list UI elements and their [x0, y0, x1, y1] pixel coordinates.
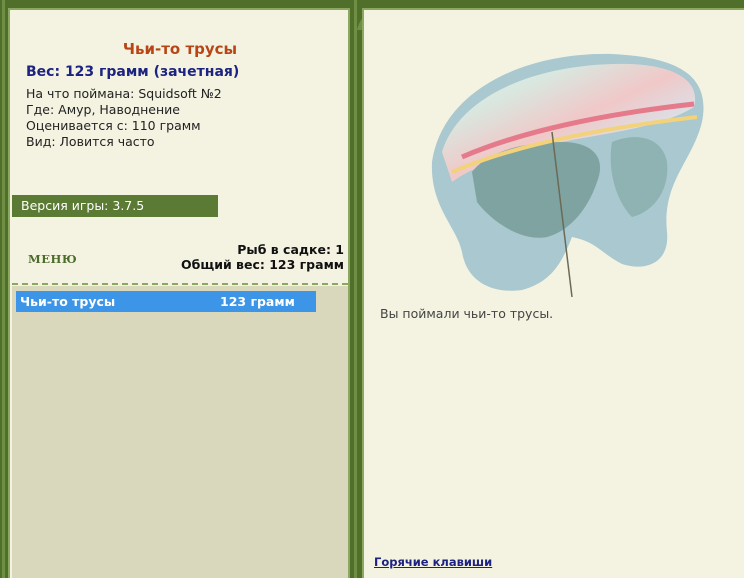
catch-image: [431, 53, 704, 297]
fish-name-title: Чьи-то трусы: [122, 40, 238, 58]
keepnet-stats: Рыб в садке: 1 Общий вес: 123 грамм: [181, 242, 344, 272]
kind-info: Вид: Ловится часто: [26, 134, 155, 149]
list-item-name: Чьи-то трусы: [20, 294, 116, 309]
fish-info-panel: Чьи-то трусы Вес: 123 грамм (зачетная) Н…: [8, 8, 350, 578]
location-info: Где: Амур, Наводнение: [26, 102, 180, 117]
fish-weight: Вес: 123 грамм (зачетная): [26, 64, 240, 80]
value-info: Оценивается с: 110 грамм: [26, 118, 201, 133]
list-item[interactable]: Чьи-то трусы 123 грамм: [16, 291, 316, 312]
fish-details: На что поймана: Squidsoft №2 Где: Амур, …: [26, 86, 222, 150]
divider: [12, 283, 348, 285]
hotkeys-link[interactable]: Горячие клавиши: [374, 555, 492, 569]
caught-message: Вы поймали чьи-то трусы.: [380, 306, 554, 321]
keepnet-list: Чьи-то трусы 123 грамм: [12, 286, 348, 578]
fish-count: Рыб в садке: 1: [237, 242, 344, 257]
total-weight: Общий вес: 123 грамм: [181, 257, 344, 272]
catch-panel: Вы поймали чьи-то трусы. Горячие клавиши: [362, 8, 744, 578]
bait-info: На что поймана: Squidsoft №2: [26, 86, 222, 101]
list-item-weight: 123 грамм: [220, 294, 295, 309]
menu-button[interactable]: МЕНЮ: [28, 252, 77, 266]
version-bar: Версия игры: 3.7.5: [12, 195, 218, 217]
